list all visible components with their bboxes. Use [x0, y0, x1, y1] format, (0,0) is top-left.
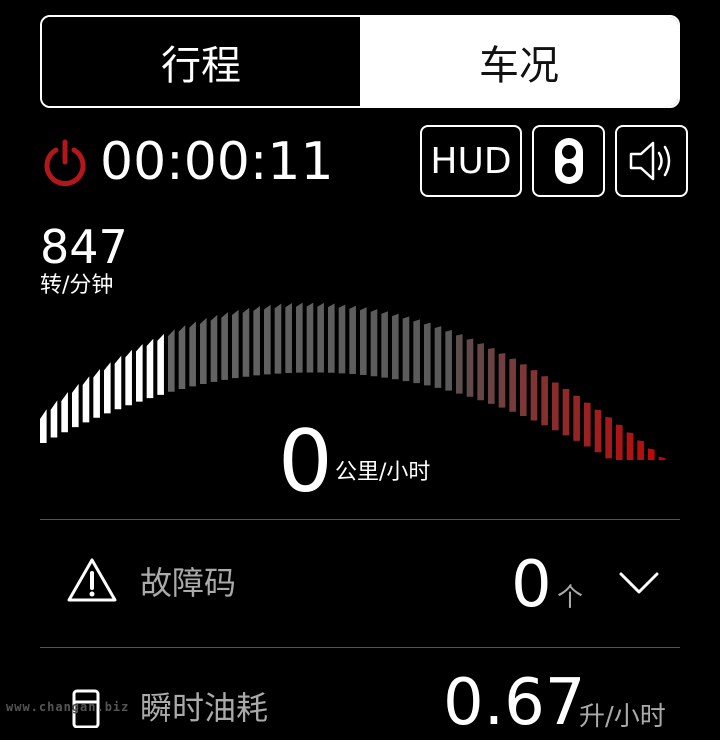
rpm-bar — [626, 432, 634, 460]
rpm-bar — [253, 306, 260, 376]
hud-button-label: HUD — [430, 140, 512, 182]
rpm-bar — [530, 370, 538, 421]
rpm-bar — [370, 309, 378, 377]
rpm-bar — [477, 343, 484, 401]
rpm-bar — [616, 424, 623, 460]
fault-code-unit: 个 — [557, 583, 584, 613]
rpm-bar — [413, 319, 420, 384]
fault-code-value: 0 — [511, 548, 552, 622]
fault-code-label: 故障码 — [140, 564, 237, 602]
view-tabs: 行程 车况 — [40, 15, 680, 108]
rpm-bar — [552, 382, 559, 431]
rpm-bar — [168, 329, 175, 392]
rpm-bar — [210, 314, 218, 382]
fuel-consumption-label: 瞬时油耗 — [140, 689, 269, 727]
rpm-bar — [200, 317, 207, 384]
rpm-bar — [648, 448, 655, 460]
rpm-bar — [285, 303, 292, 373]
rpm-bar — [114, 355, 122, 410]
rpm-bar — [541, 376, 548, 426]
rpm-bar — [61, 391, 68, 433]
rpm-bar — [136, 344, 143, 402]
rpm-bar — [125, 349, 132, 406]
divider — [40, 647, 680, 648]
watermark: www.changan.biz — [6, 700, 130, 714]
rpm-bar — [328, 303, 335, 373]
rpm-bar — [232, 309, 239, 379]
rpm-bar — [242, 307, 250, 377]
rpm-bar — [573, 395, 580, 441]
rpm-bar — [402, 316, 410, 382]
chevron-down-icon[interactable] — [618, 570, 660, 596]
traffic-light-button[interactable] — [532, 125, 605, 197]
rpm-bar — [562, 388, 570, 436]
rpm-bar — [178, 325, 186, 389]
tab-trip[interactable]: 行程 — [42, 17, 360, 106]
fuel-consumption-unit: 升/小时 — [579, 702, 666, 732]
rpm-bar — [349, 305, 356, 375]
rpm-bar — [264, 304, 271, 375]
traffic-light-icon — [554, 138, 583, 184]
fuel-consumption-value: 0.67 — [443, 666, 586, 740]
rpm-bar — [274, 303, 282, 374]
rpm-bar — [488, 347, 495, 404]
rpm-bar — [584, 402, 591, 447]
tab-vehicle-status[interactable]: 车况 — [360, 17, 678, 106]
rpm-bar — [498, 353, 506, 408]
rpm-bar — [82, 376, 90, 423]
rpm-bar — [338, 304, 346, 374]
rpm-bar — [520, 364, 527, 417]
rpm-bar — [360, 307, 367, 376]
rpm-bar — [104, 362, 111, 414]
power-icon[interactable] — [40, 138, 90, 188]
rpm-bar — [72, 383, 79, 428]
rpm-bar — [658, 456, 666, 460]
trip-timer: 00:00:11 — [100, 132, 334, 192]
rpm-bar — [434, 326, 442, 388]
hud-button[interactable]: HUD — [420, 125, 522, 197]
rpm-bar — [509, 358, 516, 412]
sound-button[interactable] — [615, 125, 688, 197]
rpm-bar — [456, 334, 463, 394]
warning-icon — [67, 558, 117, 602]
rpm-bar — [445, 330, 452, 391]
rpm-bar — [594, 409, 602, 453]
rpm-bar — [146, 338, 154, 399]
rpm-bar — [466, 338, 474, 397]
divider — [40, 519, 680, 520]
rpm-bar — [50, 400, 58, 438]
rpm-bar — [306, 302, 314, 373]
rpm-bar — [381, 311, 388, 378]
rpm-bar — [637, 440, 644, 460]
rpm-bar — [93, 369, 100, 418]
rpm-bar — [221, 312, 228, 380]
rpm-gauge — [40, 302, 666, 460]
speaker-icon — [629, 141, 670, 181]
rpm-bar — [189, 321, 196, 387]
rpm-bar — [296, 302, 303, 373]
rpm-bar — [605, 416, 612, 459]
speed-unit: 公里/小时 — [335, 460, 431, 485]
rpm-bar — [40, 409, 47, 443]
rpm-bar — [392, 313, 399, 380]
rpm-bar — [317, 302, 324, 373]
speed-value: 0 — [278, 412, 333, 512]
rpm-bar — [424, 322, 431, 386]
rpm-bar — [157, 333, 164, 395]
